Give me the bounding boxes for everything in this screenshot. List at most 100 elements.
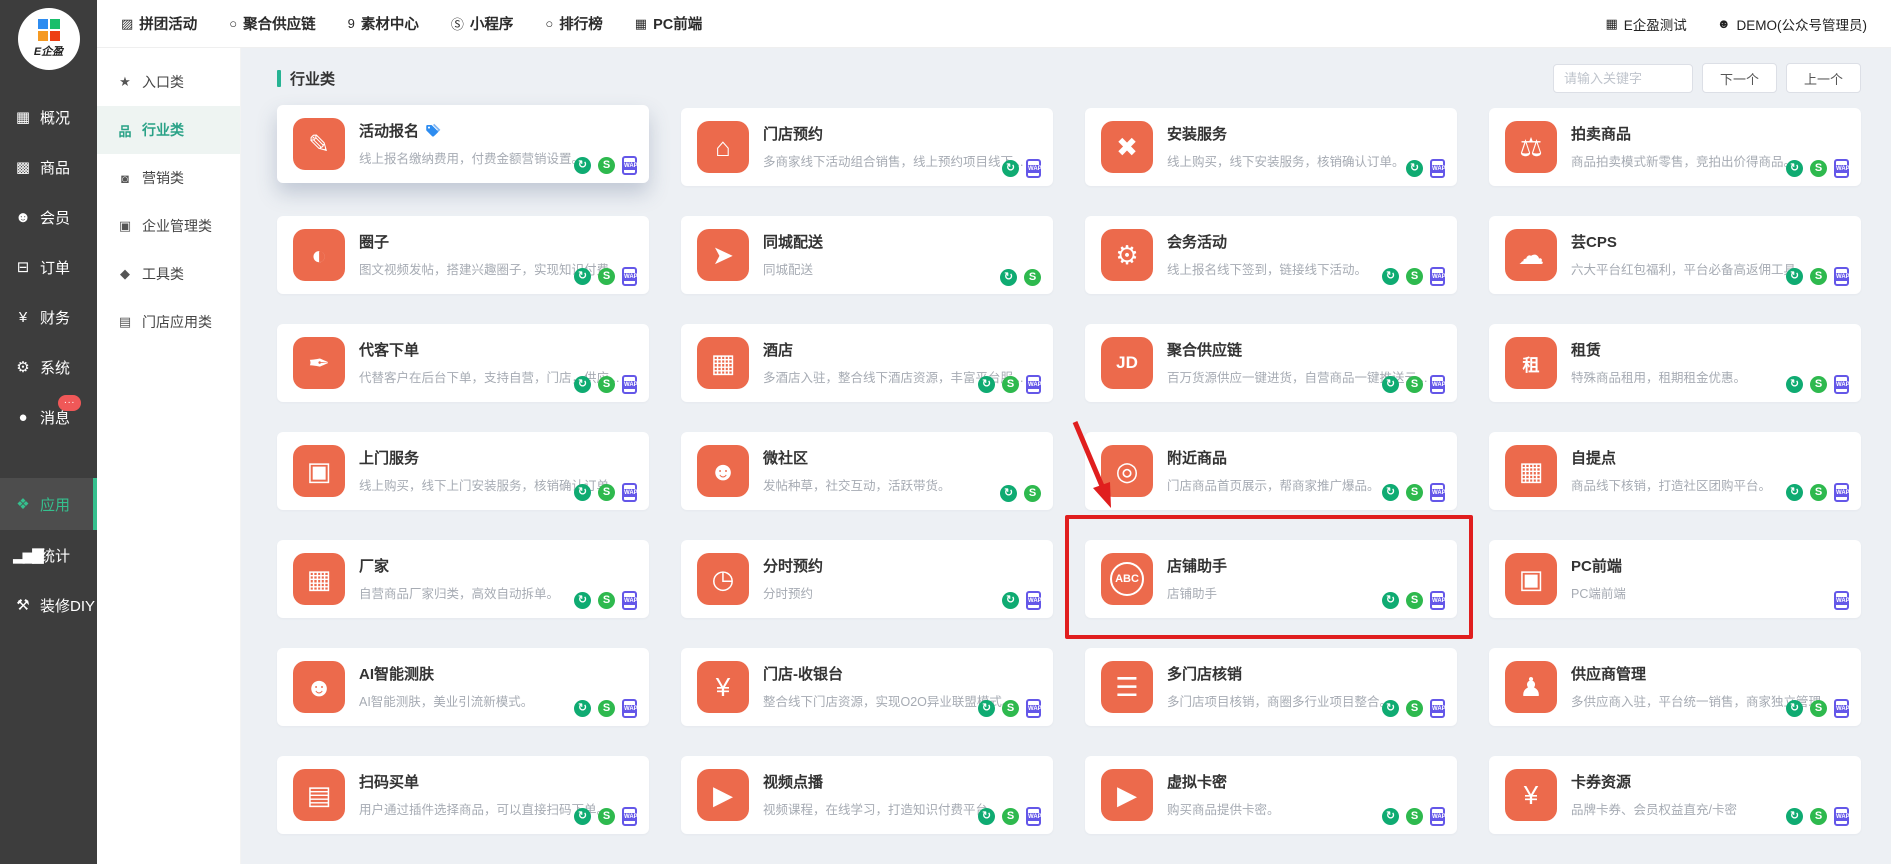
- next-button[interactable]: 下一个: [1702, 63, 1777, 93]
- section-title: 行业类: [277, 68, 335, 89]
- top-navbar: ▨拼团活动○聚合供应链9素材中心Ⓢ小程序○排行榜▦PC前端 ▦E企盈测试☻DEM…: [97, 0, 1891, 48]
- category-item-store-app-category[interactable]: ▤门店应用类: [97, 298, 240, 346]
- platform-badges: ↻SWAP: [1382, 267, 1445, 286]
- topbar-account-company[interactable]: ▦E企盈测试: [1606, 14, 1687, 34]
- sync-badge: ↻: [574, 592, 591, 609]
- app-card-title: 分时预约: [763, 555, 1039, 576]
- app-card-store-booking[interactable]: ⌂门店预约多商家线下活动组合销售，线上预约项目线下...↻WAP: [681, 108, 1053, 186]
- grid-icon: ▦: [635, 16, 647, 32]
- sidebar-item-overview[interactable]: ▦概况: [0, 92, 97, 142]
- community-icon: ☻: [697, 445, 749, 497]
- sidebar-menu: ▦概况▩商品☻会员⊟订单¥财务⚙系统●消息... ❖应用 ▂▅▇ 统计 ⚒装修DIY: [0, 92, 97, 630]
- sidebar-item-apps[interactable]: ❖应用: [0, 478, 97, 530]
- brand-logo[interactable]: E企盈: [18, 8, 80, 70]
- wap-badge: WAP: [1834, 591, 1849, 610]
- app-card-auction-goods[interactable]: ⚖拍卖商品商品拍卖模式新零售，竞拍出价得商品。↻SWAP: [1489, 108, 1861, 186]
- app-card-jd-supply-chain[interactable]: JD聚合供应链百万货源供应一键进货，自营商品一键推送云...↻SWAP: [1085, 324, 1457, 402]
- wap-badge: WAP: [1834, 267, 1849, 286]
- platform-badges: ↻SWAP: [1786, 807, 1849, 826]
- app-card-micro-community[interactable]: ☻微社区发帖种草，社交互动，活跃带货。↻S: [681, 432, 1053, 510]
- app-card-virtual-card-key[interactable]: ▶虚拟卡密购买商品提供卡密。↻SWAP: [1085, 756, 1457, 834]
- wap-badge: WAP: [1430, 483, 1445, 502]
- app-card-info: PC前端PC端前端: [1571, 552, 1847, 602]
- hammer-icon: ⚒: [13, 596, 31, 614]
- app-card-activity-signup[interactable]: ✎活动报名线上报名缴纳费用，付费金额营销设置。↻SWAP: [277, 105, 649, 183]
- topnav-item-mini-program[interactable]: Ⓢ小程序: [451, 13, 514, 34]
- app-card-nearby-goods[interactable]: ◎附近商品门店商品首页展示，帮商家推广爆品。↻SWAP: [1085, 432, 1457, 510]
- bar-chart-icon: ▂▅▇: [13, 546, 31, 564]
- app-card-pc-frontend-app[interactable]: ▣ PC前端PC端前端WAP: [1489, 540, 1861, 618]
- sidebar-item-goods[interactable]: ▩商品: [0, 142, 97, 192]
- app-card-pickup-point[interactable]: ▦自提点商品线下核销，打造社区团购平台。↻SWAP: [1489, 432, 1861, 510]
- topnav-item-supply-chain[interactable]: ○聚合供应链: [229, 13, 315, 34]
- app-card-coupon-resource[interactable]: ¥卡券资源品牌卡券、会员权益直充/卡密↻SWAP: [1489, 756, 1861, 834]
- app-card-info: 分时预约分时预约: [763, 552, 1039, 602]
- category-item-industry-category[interactable]: 品行业类: [97, 106, 240, 154]
- sidebar-item-system[interactable]: ⚙系统: [0, 342, 97, 392]
- app-card-hotel[interactable]: ▦酒店多酒店入驻，整合线下酒店资源，丰富平台服...↻SWAP: [681, 324, 1053, 402]
- toolbox-icon: ▣: [293, 445, 345, 497]
- topnav-item-material-center[interactable]: 9素材中心: [348, 13, 419, 34]
- sync-badge: ↻: [574, 700, 591, 717]
- sidebar-item-label: 商品: [40, 157, 70, 178]
- app-card-city-delivery[interactable]: ➤同城配送同城配送↻S: [681, 216, 1053, 294]
- app-card-circle[interactable]: ◐圈子图文视频发帖，搭建兴趣圈子，实现知识付费。↻SWAP: [277, 216, 649, 294]
- sidebar-item-statistics[interactable]: ▂▅▇ 统计: [0, 530, 97, 580]
- sidebar-item-decorate-diy[interactable]: ⚒装修DIY: [0, 580, 97, 630]
- search-input[interactable]: [1553, 64, 1693, 93]
- app-card-supplier-manage[interactable]: ♟供应商管理多供应商入驻，平台统一销售，商家独立管理。↻SWAP: [1489, 648, 1861, 726]
- app-card-description: 同城配送: [763, 259, 1039, 278]
- category-item-label: 营销类: [142, 168, 184, 188]
- miniprogram-badge: S: [1810, 808, 1827, 825]
- app-card-conference-activity[interactable]: ⚙会务活动线上报名线下签到，链接线下活动。↻SWAP: [1085, 216, 1457, 294]
- wap-badge: WAP: [1026, 159, 1041, 178]
- wap-badge: WAP: [1834, 159, 1849, 178]
- app-card-door-service[interactable]: ▣上门服务线上购买，线下上门安装服务，核销确认订单。↻SWAP: [277, 432, 649, 510]
- app-card-store-cashier[interactable]: ¥门店-收银台整合线下门店资源，实现O2O异业联盟模式。↻SWAP: [681, 648, 1053, 726]
- sync-badge: ↻: [1382, 268, 1399, 285]
- topbar-account-user[interactable]: ☻DEMO(公众号管理员): [1717, 14, 1867, 34]
- app-card-time-booking[interactable]: ◷分时预约分时预约↻WAP: [681, 540, 1053, 618]
- sidebar-item-members[interactable]: ☻会员: [0, 192, 97, 242]
- prev-button[interactable]: 上一个: [1786, 63, 1861, 93]
- wap-badge: WAP: [1430, 807, 1445, 826]
- app-card-shop-assistant[interactable]: ABC店铺助手店铺助手↻SWAP: [1085, 540, 1457, 618]
- category-item-marketing-category[interactable]: ◙营销类: [97, 154, 240, 202]
- sync-badge: ↻: [574, 484, 591, 501]
- app-card-install-service[interactable]: ✖安装服务线上购买，线下安装服务，核销确认订单。↻WAP: [1085, 108, 1457, 186]
- sidebar-item-messages[interactable]: ●消息...: [0, 392, 97, 442]
- sync-badge: ↻: [1786, 700, 1803, 717]
- category-item-tools-category[interactable]: ◆工具类: [97, 250, 240, 298]
- app-card-rent[interactable]: 租租赁特殊商品租用，租期租金优惠。↻SWAP: [1489, 324, 1861, 402]
- app-card-info: 同城配送同城配送: [763, 228, 1039, 278]
- app-card-multi-store-verify[interactable]: ☰多门店核销多门店项目核销，商圈多行业项目整合。↻SWAP: [1085, 648, 1457, 726]
- app-card-yun-cps[interactable]: ☁芸CPS六大平台红包福利，平台必备高返佣工具。↻SWAP: [1489, 216, 1861, 294]
- app-card-agent-order[interactable]: ✒代客下单代替客户在后台下单，支持自营，门店，供应...↻SWAP: [277, 324, 649, 402]
- app-card-video-vod[interactable]: ▶视频点播视频课程，在线学习，打造知识付费平台。↻SWAP: [681, 756, 1053, 834]
- app-card-title: 聚合供应链: [1167, 339, 1443, 360]
- app-card-title: 租赁: [1571, 339, 1847, 360]
- monitor-icon: ▣: [1505, 553, 1557, 605]
- topnav-item-ranking[interactable]: ○排行榜: [545, 13, 602, 34]
- alarm-clock-icon: ◷: [697, 553, 749, 605]
- sync-badge: ↻: [1002, 160, 1019, 177]
- category-item-enterprise-category[interactable]: ▣企业管理类: [97, 202, 240, 250]
- platform-badges: ↻SWAP: [978, 699, 1041, 718]
- circle-icon: ○: [229, 16, 237, 31]
- platform-badges: ↻SWAP: [1786, 375, 1849, 394]
- topnav-item-label: 排行榜: [559, 13, 603, 34]
- category-item-entry-category[interactable]: ★入口类: [97, 58, 240, 106]
- app-card-manufacturer[interactable]: ▦厂家自营商品厂家归类，高效自动拆单。↻SWAP: [277, 540, 649, 618]
- sidebar-item-orders[interactable]: ⊟订单: [0, 242, 97, 292]
- sidebar-item-label: 统计: [40, 545, 70, 566]
- app-card-scan-pay[interactable]: ▤扫码买单用户通过插件选择商品，可以直接扫码下单。↻SWAP: [277, 756, 649, 834]
- topnav-item-group-buy-activity[interactable]: ▨拼团活动: [121, 13, 197, 34]
- wap-badge: WAP: [622, 807, 637, 826]
- sidebar-item-finance[interactable]: ¥财务: [0, 292, 97, 342]
- person-badge-icon: ♟: [1505, 661, 1557, 713]
- topnav-item-pc-frontend[interactable]: ▦PC前端: [635, 13, 702, 34]
- list-check-icon: ☰: [1101, 661, 1153, 713]
- miniprogram-badge: S: [1406, 484, 1423, 501]
- picture-icon: ▨: [121, 16, 133, 32]
- app-card-ai-skin-test[interactable]: ☻AI智能测肤AI智能测肤，美业引流新模式。↻SWAP: [277, 648, 649, 726]
